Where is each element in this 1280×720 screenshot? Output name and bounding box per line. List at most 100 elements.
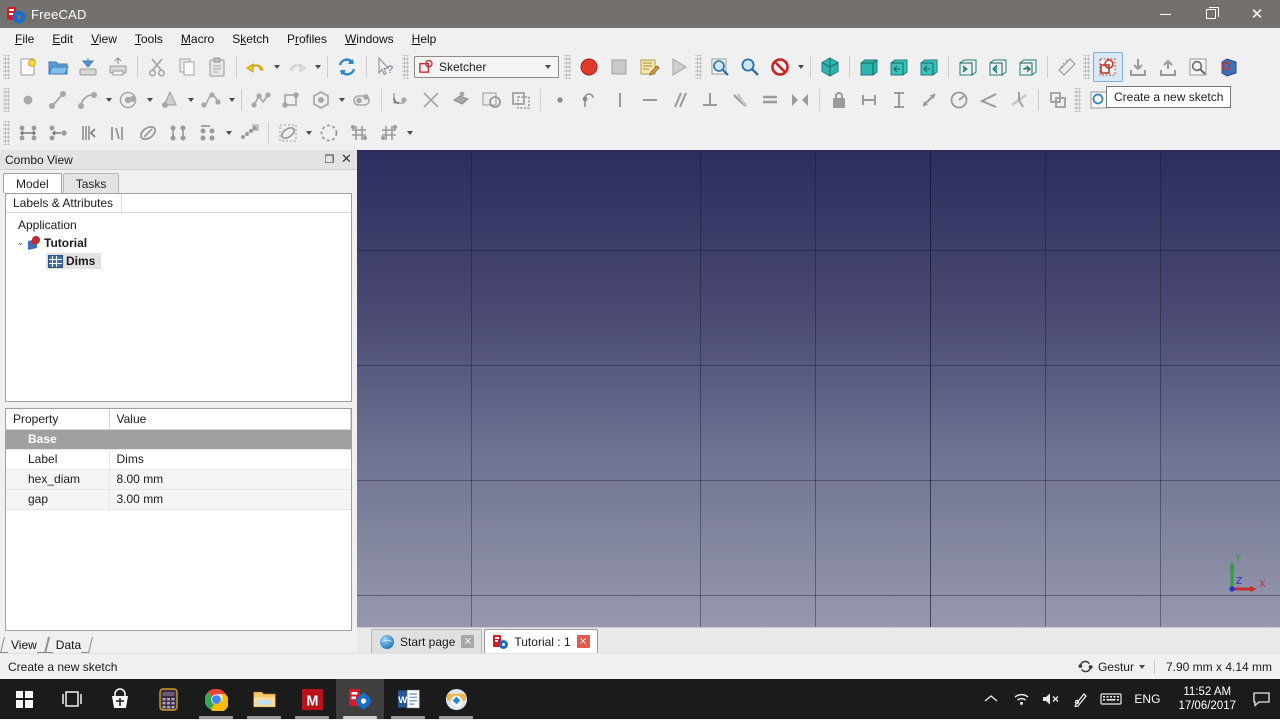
toolbar-grip[interactable] (1083, 55, 1090, 79)
microsoft-store-button[interactable] (96, 679, 144, 719)
tab-tasks[interactable]: Tasks (63, 173, 120, 193)
word-button[interactable]: W (384, 679, 432, 719)
toolbar-grip[interactable] (695, 55, 702, 79)
maximize-button[interactable] (1188, 0, 1234, 28)
constrain-distance-button[interactable] (914, 85, 944, 115)
close-icon[interactable]: × (461, 635, 474, 648)
paste-button[interactable] (202, 52, 232, 82)
constrain-perpendicular-button[interactable] (695, 85, 725, 115)
3d-viewport[interactable]: Y X Z (357, 150, 1280, 627)
restore-panel-icon[interactable]: ❐ (322, 152, 337, 168)
language-indicator[interactable]: ENG (1126, 692, 1168, 706)
external-geometry-button[interactable] (446, 85, 476, 115)
wifi-icon[interactable] (1006, 679, 1036, 719)
cut-button[interactable] (142, 52, 172, 82)
constrain-angle-button[interactable] (974, 85, 1004, 115)
chrome-button[interactable] (192, 679, 240, 719)
task-view-button[interactable] (48, 679, 96, 719)
table-row[interactable]: hex_diam 8.00 mm (6, 469, 351, 489)
construction-mode-button[interactable] (476, 85, 506, 115)
mendeley-button[interactable]: M (288, 679, 336, 719)
constrain-block-button[interactable] (824, 85, 854, 115)
toggle-driving-constraint-button[interactable] (1043, 85, 1073, 115)
toolbar-grip[interactable] (3, 88, 10, 112)
macros-dialog-button[interactable] (634, 52, 664, 82)
map-sketch-button[interactable] (1213, 52, 1243, 82)
view-sketch-button[interactable] (1153, 52, 1183, 82)
macro-record-button[interactable] (574, 52, 604, 82)
execute-macro-button[interactable] (664, 52, 694, 82)
property-group-base[interactable]: Base (6, 429, 351, 449)
constrain-refraction-button[interactable] (1004, 85, 1034, 115)
constrain-radius-button[interactable] (944, 85, 974, 115)
toolbar-grip[interactable] (402, 55, 409, 79)
pen-icon[interactable] (1066, 679, 1096, 719)
rectangular-array-button[interactable] (344, 118, 374, 148)
menu-file[interactable]: File (6, 29, 43, 49)
toolbar-grip[interactable] (564, 55, 571, 79)
property-value-label[interactable]: Dims (109, 449, 351, 469)
tab-model[interactable]: Model (3, 173, 62, 193)
array-options-button[interactable] (374, 118, 404, 148)
create-circle-button[interactable] (114, 85, 144, 115)
create-bspline-button[interactable] (196, 85, 226, 115)
select-origin-button[interactable] (73, 118, 103, 148)
left-view-button[interactable] (1013, 52, 1043, 82)
tab-start-page[interactable]: Start page × (371, 629, 482, 653)
tree-item-tutorial[interactable]: ⌄ Tutorial (6, 234, 351, 252)
constrain-point-on-object-button[interactable] (575, 85, 605, 115)
create-point-button[interactable] (13, 85, 43, 115)
fit-selection-button[interactable] (735, 52, 765, 82)
close-button[interactable]: ✕ (1234, 0, 1280, 28)
restore-internal-geometry-button[interactable] (234, 118, 264, 148)
menu-view[interactable]: View (82, 29, 126, 49)
tab-view[interactable]: View (2, 637, 47, 653)
bottom-view-button[interactable] (983, 52, 1013, 82)
property-value-hexdiam[interactable]: 8.00 mm (109, 469, 351, 489)
front-view-button[interactable] (854, 52, 884, 82)
bspline-dropdown[interactable] (226, 85, 237, 115)
toolbar-grip[interactable] (3, 55, 10, 79)
circle-dropdown[interactable] (144, 85, 155, 115)
select-horizontal-axis-button[interactable] (13, 118, 43, 148)
chevron-down-icon[interactable]: ⌄ (14, 238, 27, 248)
rear-view-button[interactable] (953, 52, 983, 82)
draw-style-dropdown[interactable] (795, 52, 806, 82)
constrain-equal-button[interactable] (755, 85, 785, 115)
right-view-button[interactable] (914, 52, 944, 82)
close-icon[interactable]: × (577, 635, 590, 648)
axonometric-view-button[interactable] (815, 52, 845, 82)
constrain-distance-y-button[interactable] (884, 85, 914, 115)
create-slot-button[interactable] (347, 85, 377, 115)
menu-profiles[interactable]: Profiles (278, 29, 336, 49)
undo-button[interactable] (241, 52, 271, 82)
create-polyline-button[interactable] (246, 85, 276, 115)
constrain-distance-x-button[interactable] (854, 85, 884, 115)
constrain-parallel-button[interactable] (665, 85, 695, 115)
carbon-copy-button[interactable] (506, 85, 536, 115)
start-button[interactable] (0, 679, 48, 719)
measure-button[interactable] (1052, 52, 1082, 82)
notification-icon[interactable] (1246, 679, 1276, 719)
select-vertical-axis-button[interactable] (43, 118, 73, 148)
create-line-button[interactable] (43, 85, 73, 115)
keyboard-icon[interactable] (1096, 679, 1126, 719)
select-conflicting-button[interactable] (133, 118, 163, 148)
clone-button[interactable] (314, 118, 344, 148)
toolbar-grip[interactable] (1074, 88, 1081, 112)
constrain-symmetric-button[interactable] (785, 85, 815, 115)
fit-all-button[interactable] (705, 52, 735, 82)
table-row[interactable]: gap 3.00 mm (6, 489, 351, 509)
chevron-down-icon[interactable] (1139, 665, 1145, 669)
macro-stop-button[interactable] (604, 52, 634, 82)
select-elements-associated-button[interactable] (163, 118, 193, 148)
create-arc-button[interactable] (73, 85, 103, 115)
whats-this-button[interactable]: ? (371, 52, 401, 82)
freecad-button[interactable] (336, 679, 384, 719)
redo-dropdown[interactable] (312, 52, 323, 82)
calculator-button[interactable] (144, 679, 192, 719)
print-button[interactable] (103, 52, 133, 82)
media-player-button[interactable] (432, 679, 480, 719)
open-document-button[interactable] (43, 52, 73, 82)
table-row[interactable]: Label Dims (6, 449, 351, 469)
